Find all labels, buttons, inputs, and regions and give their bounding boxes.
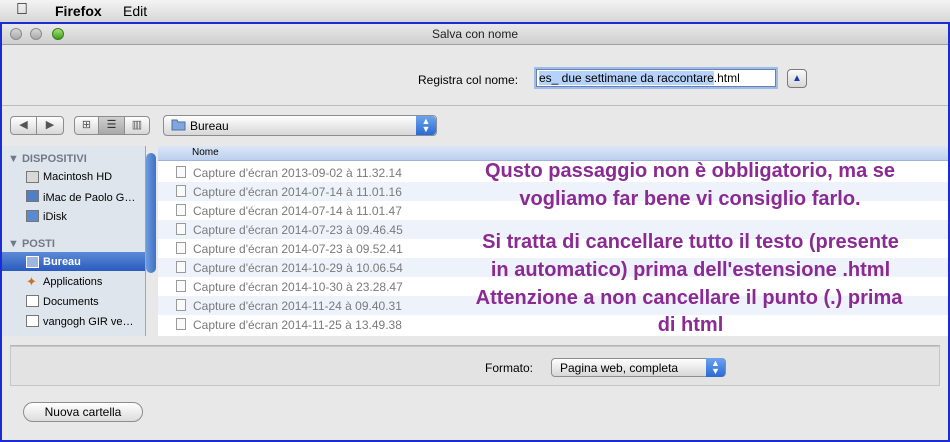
format-label: Formato:	[485, 361, 534, 375]
grid-icon: ⊞	[81, 119, 92, 131]
icon-view-button[interactable]: ⊞	[74, 116, 99, 135]
window-title: Salva con nome	[431, 27, 519, 41]
collapse-dialog-button[interactable]: ▲	[787, 69, 807, 88]
image-file-icon	[176, 299, 186, 311]
list-icon: ☰	[106, 119, 117, 131]
file-name: Capture d'écran 2014-07-23 à 09.52.41	[193, 242, 403, 256]
popup-arrows-icon: ▲ ▼	[706, 358, 725, 377]
sidebar-item-macintosh-hd[interactable]: Macintosh HD	[43, 171, 112, 183]
image-file-icon	[176, 166, 186, 178]
annotation-line: Qusto passaggio non è obbligatorio, ma s…	[484, 160, 896, 182]
filename-extension: .html	[713, 71, 740, 85]
back-button[interactable]: ◀	[10, 116, 37, 135]
image-file-icon	[176, 204, 186, 216]
apple-logo-icon[interactable]: 	[16, 1, 28, 19]
list-view-button[interactable]: ☰	[98, 116, 125, 135]
sidebar-section-places[interactable]: ▼ POSTI	[8, 238, 55, 250]
forward-button[interactable]: ▶	[36, 116, 64, 135]
sidebar-section-devices[interactable]: ▼ DISPOSITIVI	[8, 153, 87, 165]
image-file-icon	[176, 280, 186, 292]
file-name: Capture d'écran 2014-07-14 à 11.01.16	[193, 185, 402, 199]
format-value: Pagina web, completa	[560, 361, 679, 375]
file-name: Capture d'écran 2014-10-30 à 23.28.47	[193, 280, 403, 294]
file-name: Capture d'écran 2014-10-29 à 10.06.54	[193, 261, 403, 275]
file-name: Capture d'écran 2013-09-02 à 11.32.14	[193, 166, 402, 180]
title-bar: Salva con nome	[2, 24, 948, 45]
file-name: Capture d'écran 2014-07-14 à 11.01.47	[193, 204, 402, 218]
chevron-up-icon: ▲	[792, 73, 802, 84]
sidebar-item-documents[interactable]: Documents	[43, 296, 99, 308]
sidebar-item-vangogh[interactable]: vangogh GIR ve…	[43, 316, 134, 328]
applications-icon: ✦	[26, 274, 37, 289]
column-header-name[interactable]: Nome	[192, 147, 219, 158]
popup-arrows-icon: ▲ ▼	[416, 116, 436, 135]
forward-arrow-icon: ▶	[45, 119, 55, 131]
sidebar-item-idisk[interactable]: iDisk	[43, 211, 67, 223]
annotation-line: Si tratta di cancellare tutto il testo (…	[482, 231, 899, 253]
file-name: Capture d'écran 2014-11-25 à 13.49.38	[193, 318, 402, 332]
columns-icon: ▥	[131, 119, 143, 131]
file-name: Capture d'écran 2014-11-24 à 09.40.31	[193, 299, 402, 313]
hard-drive-icon	[26, 171, 39, 183]
image-file-icon	[176, 223, 186, 235]
format-panel	[10, 346, 940, 386]
column-header[interactable]	[158, 146, 948, 161]
document-icon	[26, 315, 39, 327]
divider	[2, 105, 948, 106]
document-icon	[26, 295, 39, 307]
annotation-line: in automatico) prima dell'estensione .ht…	[490, 259, 891, 281]
menu-app-name[interactable]: Firefox	[55, 3, 102, 19]
image-file-icon	[176, 261, 186, 273]
column-view-button[interactable]: ▥	[124, 116, 150, 135]
menu-edit[interactable]: Edit	[123, 3, 147, 19]
location-label: Bureau	[190, 119, 229, 133]
filename-selected-text: es_ due settimane da raccontare	[539, 71, 714, 85]
image-file-icon	[176, 242, 186, 254]
annotation-line: vogliamo far bene vi consiglio farlo.	[519, 188, 861, 210]
folder-icon	[171, 118, 186, 134]
filename-input[interactable]: es_ due settimane da raccontare.html	[536, 69, 776, 87]
sidebar-scrollbar[interactable]	[146, 153, 156, 273]
annotation-line: Attenzione a non cancellare il punto (.)…	[475, 287, 903, 309]
image-file-icon	[176, 185, 186, 197]
annotation-line: di html	[657, 314, 724, 336]
sidebar-item-imac[interactable]: iMac de Paolo G…	[43, 192, 135, 204]
back-arrow-icon: ◀	[19, 119, 28, 131]
computer-icon	[26, 190, 39, 202]
save-as-label: Registra col nome:	[418, 73, 519, 87]
idisk-icon	[26, 210, 39, 222]
new-folder-button[interactable]: Nuova cartella	[23, 402, 143, 422]
sidebar-item-bureau[interactable]: Bureau	[43, 256, 81, 268]
image-file-icon	[176, 318, 186, 330]
sidebar-item-applications[interactable]: Applications	[43, 276, 102, 288]
desktop-icon	[26, 256, 39, 268]
file-name: Capture d'écran 2014-07-23 à 09.46.45	[193, 223, 403, 237]
